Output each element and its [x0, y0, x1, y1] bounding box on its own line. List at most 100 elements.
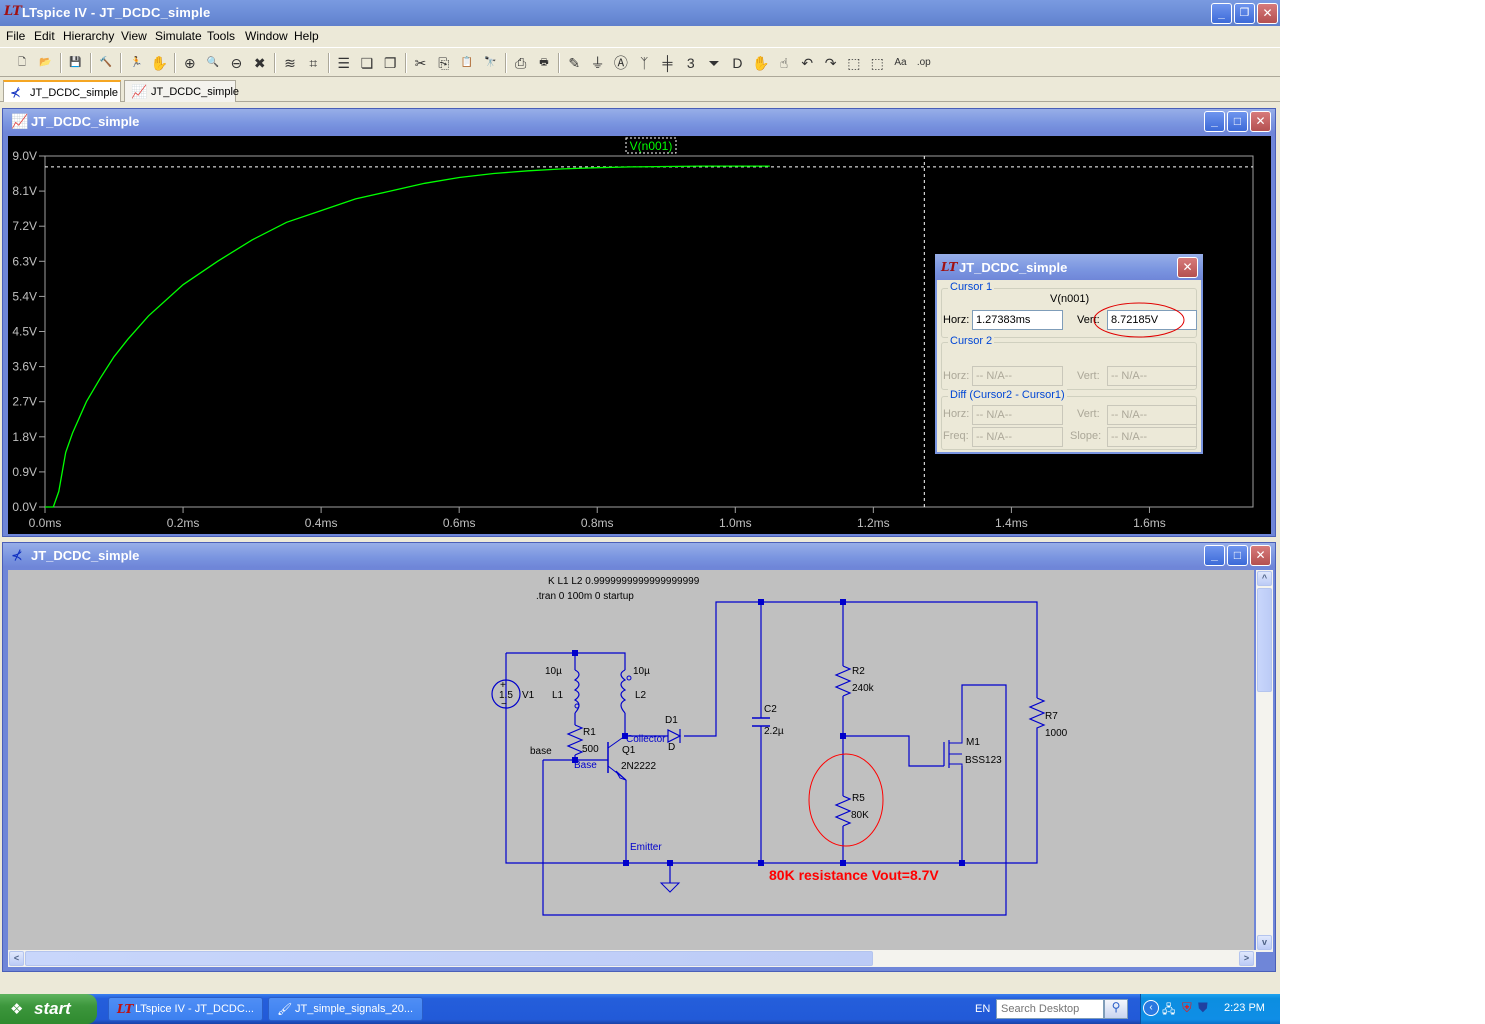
mosfet-m1[interactable]: M1 BSS123: [943, 685, 1002, 768]
ground-icon[interactable]: ⏚: [588, 53, 608, 73]
diode-icon[interactable]: ⏷: [704, 53, 724, 73]
undo-icon[interactable]: ↶: [797, 53, 817, 73]
scroll-left-button[interactable]: <: [9, 951, 24, 966]
schematic-minimize-button[interactable]: _: [1204, 545, 1225, 566]
inductor-icon[interactable]: 3: [681, 53, 701, 73]
tab-waveform[interactable]: 📈 JT_DCDC_simple: [124, 80, 239, 102]
zoom-fit-icon[interactable]: ✖: [250, 53, 270, 73]
open-icon[interactable]: 📂: [35, 53, 55, 73]
move-icon[interactable]: ✋: [751, 53, 771, 73]
restore-button[interactable]: ❐: [1234, 3, 1255, 24]
language-indicator[interactable]: EN: [975, 1003, 990, 1015]
annotation-text: 80K resistance Vout=8.7V: [769, 867, 939, 883]
schematic-close-button[interactable]: ✕: [1250, 545, 1271, 566]
menu-edit[interactable]: Edit: [34, 29, 55, 43]
schematic-window-titlebar[interactable]: ⊀ JT_DCDC_simple _ □ ✕: [3, 543, 1275, 567]
schematic-maximize-button[interactable]: □: [1227, 545, 1248, 566]
waveform-minimize-button[interactable]: _: [1204, 111, 1225, 132]
menu-hierarchy[interactable]: Hierarchy: [63, 29, 114, 43]
tile-horizontal-icon[interactable]: ☰: [334, 53, 354, 73]
cut-icon[interactable]: ✂: [411, 53, 431, 73]
autorange-icon[interactable]: ≋: [280, 53, 300, 73]
waveform-icon: 📈: [11, 113, 29, 129]
resistor-r5[interactable]: R5 80K: [808, 753, 884, 847]
resistor-r1[interactable]: R1 500: [566, 724, 599, 756]
trace-label[interactable]: V(n001): [630, 139, 673, 153]
pin-label-collector: Collector: [626, 734, 666, 745]
new-schematic-icon[interactable]: 🗋: [12, 53, 32, 73]
search-button[interactable]: ⚲: [1104, 999, 1128, 1019]
save-icon[interactable]: 💾: [66, 53, 86, 73]
network-icon[interactable]: 🖧: [1162, 1000, 1175, 1021]
close-window-icon[interactable]: ❐: [380, 53, 400, 73]
capacitor-c2[interactable]: C2 2.2µ: [752, 704, 784, 737]
zoom-pan-icon[interactable]: 🔍: [203, 53, 223, 73]
waveform-maximize-button[interactable]: □: [1227, 111, 1248, 132]
cursor1-horz-field[interactable]: 1.27383ms: [972, 310, 1063, 330]
security-alert-icon[interactable]: ⛨: [1182, 1000, 1192, 1016]
shield-icon[interactable]: ⛊: [1198, 1000, 1208, 1016]
run-icon[interactable]: 🏃: [126, 53, 146, 73]
capacitor-icon[interactable]: ╪: [658, 53, 678, 73]
taskbar-item-paint[interactable]: 🖌 JT_simple_signals_20...: [268, 997, 423, 1021]
menu-tools[interactable]: Tools: [207, 29, 235, 43]
start-button[interactable]: ❖ start: [0, 994, 97, 1024]
scroll-up-button[interactable]: ^: [1257, 571, 1272, 586]
paste-icon[interactable]: 📋: [457, 53, 477, 73]
control-panel-icon[interactable]: 🔨: [96, 53, 116, 73]
waveform-icon[interactable]: ⌗: [303, 53, 323, 73]
schematic-canvas[interactable]: K L1 L2 0.9999999999999999999 .tran 0 10…: [8, 570, 1254, 952]
cursor-dialog-titlebar[interactable]: LT JT_DCDC_simple ✕: [935, 254, 1203, 280]
diode-d1[interactable]: D1 D: [665, 715, 682, 753]
waveform-window-titlebar[interactable]: 📈 JT_DCDC_simple _ □ ✕: [3, 109, 1275, 133]
zoom-in-icon[interactable]: ⊕: [180, 53, 200, 73]
drag-icon[interactable]: ☝: [774, 53, 794, 73]
vertical-scrollbar[interactable]: ^ v: [1256, 570, 1273, 952]
tran-directive[interactable]: .tran 0 100m 0 startup: [536, 591, 634, 602]
inductor-l1[interactable]: 10µ L1: [545, 666, 580, 714]
print-icon[interactable]: 🖶: [534, 53, 554, 73]
search-desktop-input[interactable]: [996, 999, 1104, 1019]
show-hidden-icons-button[interactable]: ‹: [1143, 1000, 1159, 1016]
coupling-directive[interactable]: K L1 L2 0.9999999999999999999: [548, 576, 700, 587]
copy-icon[interactable]: ⎘: [434, 53, 454, 73]
menu-file[interactable]: File: [6, 29, 25, 43]
minimize-button[interactable]: _: [1211, 3, 1232, 24]
horizontal-scroll-thumb[interactable]: [25, 951, 873, 966]
svg-text:D1: D1: [665, 715, 678, 726]
menu-simulate[interactable]: Simulate: [155, 29, 202, 43]
menu-help[interactable]: Help: [294, 29, 319, 43]
taskbar-item-ltspice[interactable]: LT LTspice IV - JT_DCDC...: [108, 997, 263, 1021]
mirror-icon[interactable]: ⬚: [867, 53, 887, 73]
close-button[interactable]: ✕: [1257, 3, 1278, 24]
redo-icon[interactable]: ↷: [821, 53, 841, 73]
ground-symbol: [659, 882, 681, 893]
title-bar[interactable]: LT LTspice IV - JT_DCDC_simple _ ❐ ✕: [0, 0, 1280, 26]
vertical-scroll-thumb[interactable]: [1257, 588, 1272, 692]
zoom-out-icon[interactable]: ⊖: [226, 53, 246, 73]
find-icon[interactable]: 🔭: [480, 53, 500, 73]
scroll-right-button[interactable]: >: [1239, 951, 1254, 966]
print-preview-icon[interactable]: ⎙: [511, 53, 531, 73]
horizontal-scrollbar[interactable]: < >: [8, 950, 1256, 967]
schematic-drawing[interactable]: K L1 L2 0.9999999999999999999 .tran 0 10…: [8, 570, 1254, 952]
cursor-dialog-close-button[interactable]: ✕: [1177, 257, 1198, 278]
spice-directive-icon[interactable]: .op: [914, 53, 934, 73]
tab-schematic[interactable]: ⊀ JT_DCDC_simple: [3, 80, 121, 102]
resistor-icon[interactable]: ᛉ: [634, 53, 654, 73]
halt-icon[interactable]: ✋: [150, 53, 170, 73]
scroll-down-button[interactable]: v: [1257, 935, 1272, 950]
rotate-icon[interactable]: ⬚: [844, 53, 864, 73]
inductor-l2[interactable]: 10µ L2: [620, 666, 650, 714]
component-icon[interactable]: D: [727, 53, 747, 73]
resistor-r2[interactable]: R2 240k: [834, 665, 875, 697]
cascade-icon[interactable]: ❏: [357, 53, 377, 73]
text-icon[interactable]: Aa: [891, 53, 911, 73]
menu-window[interactable]: Window: [245, 29, 288, 43]
waveform-close-button[interactable]: ✕: [1250, 111, 1271, 132]
resistor-r7[interactable]: R7 1000: [1028, 697, 1068, 739]
voltage-source-v1[interactable]: + 1.5 − V1: [491, 679, 535, 710]
menu-view[interactable]: View: [121, 29, 147, 43]
label-net-icon[interactable]: Ⓐ: [611, 53, 631, 73]
draw-wire-icon[interactable]: ✎: [564, 53, 584, 73]
